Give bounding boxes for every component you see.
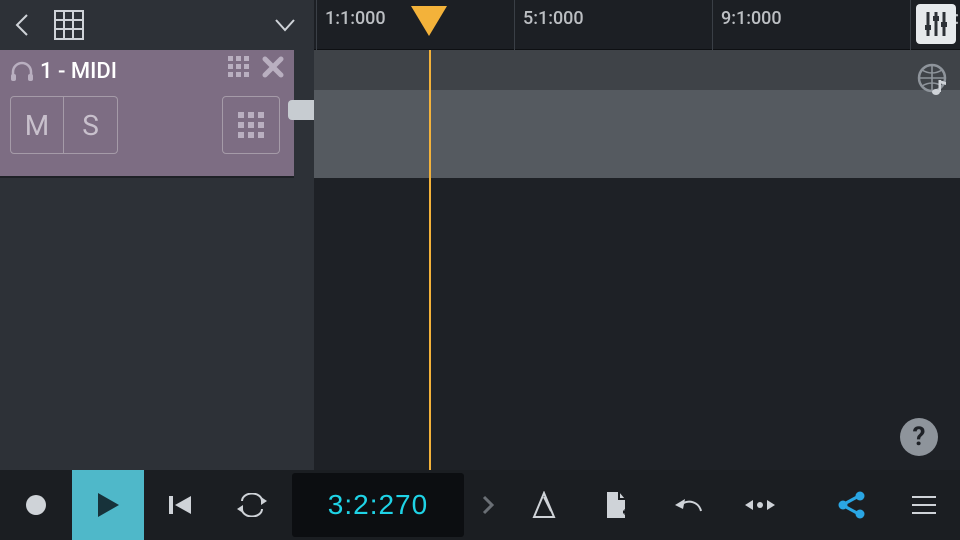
transport-bar: 3:2:270 bbox=[0, 470, 960, 540]
playhead-line bbox=[429, 50, 431, 470]
rewind-button[interactable] bbox=[144, 470, 216, 540]
drum-pad-icon bbox=[238, 112, 264, 138]
drum-grid-icon[interactable] bbox=[228, 56, 250, 78]
share-button[interactable] bbox=[816, 470, 888, 540]
help-button[interactable]: ? bbox=[900, 418, 938, 456]
record-icon bbox=[25, 494, 47, 516]
skip-start-icon bbox=[167, 493, 193, 517]
undo-icon bbox=[673, 495, 703, 515]
loop-button[interactable] bbox=[216, 470, 288, 540]
timeline-area[interactable] bbox=[314, 50, 960, 470]
snap-icon bbox=[745, 497, 775, 513]
close-icon[interactable] bbox=[262, 56, 284, 78]
add-section-button[interactable] bbox=[580, 470, 652, 540]
globe-music-icon bbox=[914, 62, 950, 98]
share-icon bbox=[837, 490, 867, 520]
undo-button[interactable] bbox=[652, 470, 724, 540]
metronome-button[interactable] bbox=[508, 470, 580, 540]
track-list: 1 - MIDI M S bbox=[0, 50, 294, 470]
play-button[interactable] bbox=[72, 470, 144, 540]
timeline-ruler[interactable]: 1:1:000 5:1:000 9:1:000 13:1:000 bbox=[314, 0, 960, 50]
track-header[interactable]: 1 - MIDI M S bbox=[0, 50, 294, 178]
tracks-dropdown-button[interactable] bbox=[262, 0, 308, 50]
back-button[interactable] bbox=[0, 0, 46, 50]
menu-button[interactable] bbox=[888, 470, 960, 540]
play-icon bbox=[95, 491, 121, 519]
panel-divider[interactable] bbox=[294, 50, 314, 470]
mute-button[interactable]: M bbox=[10, 96, 64, 154]
solo-button[interactable]: S bbox=[64, 96, 118, 154]
snap-button[interactable] bbox=[724, 470, 796, 540]
publish-button[interactable] bbox=[912, 60, 952, 100]
grid-icon bbox=[53, 9, 85, 41]
hamburger-icon bbox=[910, 494, 938, 516]
ruler-label: 5:1:000 bbox=[523, 8, 584, 29]
record-button[interactable] bbox=[0, 470, 72, 540]
time-next-button[interactable] bbox=[468, 470, 508, 540]
playhead-marker[interactable] bbox=[411, 6, 447, 36]
file-plus-icon bbox=[603, 490, 629, 520]
loop-icon bbox=[237, 493, 267, 517]
grid-view-button[interactable] bbox=[46, 0, 92, 50]
track-lane[interactable] bbox=[314, 50, 960, 178]
time-display[interactable]: 3:2:270 bbox=[292, 473, 464, 537]
track-name: 1 - MIDI bbox=[40, 59, 117, 84]
sliders-icon bbox=[922, 10, 950, 38]
ruler-label: 9:1:000 bbox=[721, 8, 782, 29]
headphones-icon bbox=[10, 60, 34, 82]
mixer-button[interactable] bbox=[916, 4, 956, 44]
ruler-label: 1:1:000 bbox=[325, 8, 386, 29]
metronome-icon bbox=[531, 491, 557, 519]
instrument-button[interactable] bbox=[222, 96, 280, 154]
